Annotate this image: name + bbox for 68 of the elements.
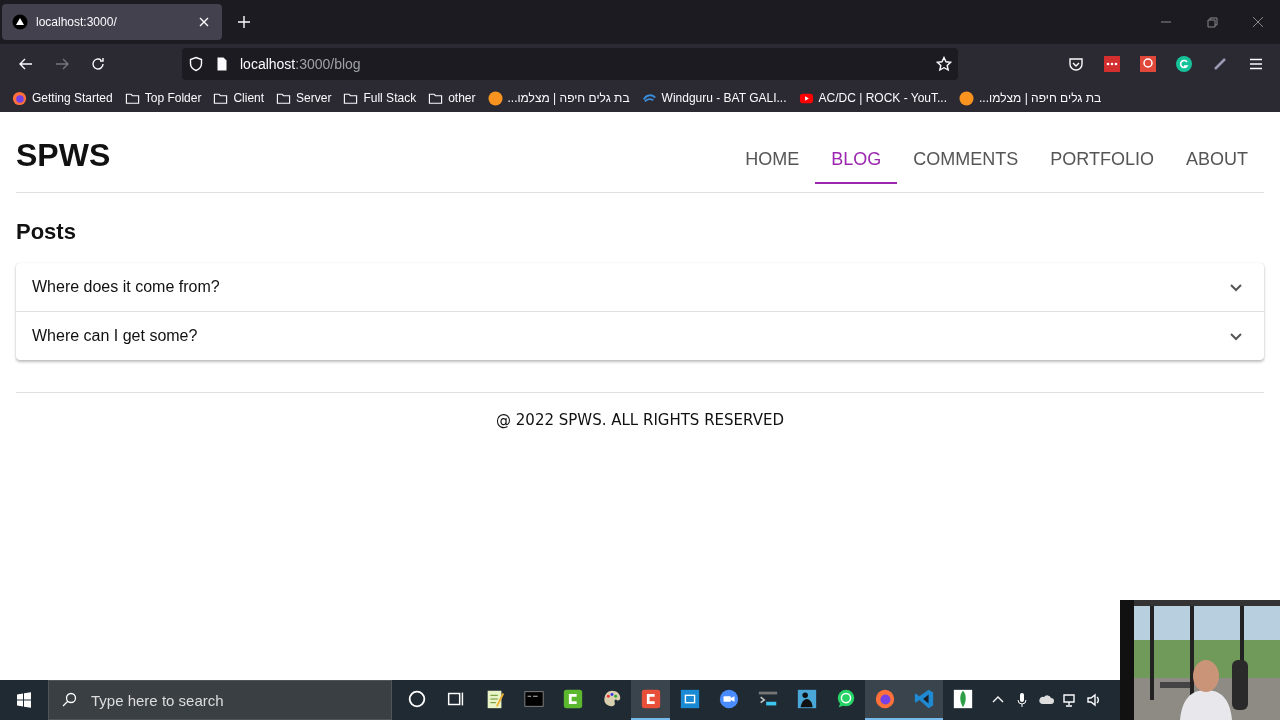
bookmark-label: בת גלים חיפה | מצלמו... (979, 91, 1102, 105)
url-path: :3000/blog (295, 56, 361, 72)
close-icon[interactable] (1250, 14, 1266, 30)
triangle-logo-icon (12, 14, 28, 30)
nav-link[interactable]: PORTFOLIO (1034, 134, 1170, 184)
bookmark[interactable]: Server (276, 90, 332, 106)
bookmark-label: other (448, 91, 476, 105)
menu-icon[interactable] (1248, 56, 1264, 72)
copyright-text: @ 2022 SPWS. ALL RIGHTS RESERVED (496, 411, 784, 429)
post-title: Where can I get some? (32, 327, 199, 345)
bookmark-label: Client (233, 91, 265, 105)
bookmark[interactable]: בת גלים חיפה | מצלמו... (487, 90, 630, 106)
browser-tab[interactable]: localhost:3000/ (2, 4, 222, 40)
video-camera-icon (717, 688, 740, 710)
bookmark[interactable]: AC/DC | ROCK - YouT... (798, 90, 948, 106)
tab-title: localhost:3000/ (36, 15, 118, 29)
bookmark-label: Full Stack (363, 91, 417, 105)
forward-arrow-icon[interactable] (54, 56, 70, 72)
url-host: localhost (240, 56, 296, 72)
c-logo-icon (639, 688, 662, 710)
pen-icon[interactable] (1212, 56, 1228, 72)
bookmark[interactable]: Top Folder (124, 90, 202, 106)
firefox-icon (12, 90, 27, 106)
bookmark[interactable]: other (428, 90, 476, 106)
bookmark[interactable]: Full Stack (343, 90, 417, 106)
bookmark-label: Getting Started (32, 91, 113, 105)
pocket-icon[interactable] (1068, 56, 1084, 72)
search-input[interactable]: Type here to search (89, 690, 391, 710)
firefox-icon (873, 688, 896, 710)
speaker-icon[interactable] (1086, 692, 1102, 708)
microphone-icon[interactable] (1014, 692, 1030, 708)
remote-desktop-icon (678, 688, 701, 710)
search-bar[interactable]: Type here to search (48, 680, 392, 720)
grammar-icon[interactable] (1176, 56, 1192, 72)
back-arrow-icon[interactable] (18, 56, 34, 72)
bookmark[interactable]: Getting Started (12, 90, 113, 106)
nav-link[interactable]: ABOUT (1170, 134, 1264, 184)
code-editor-icon (912, 688, 935, 710)
c-logo-icon (561, 688, 584, 710)
bookmark-label: Windguru - BAT GALI... (661, 91, 787, 105)
accordion-row[interactable]: Where can I get some? (16, 311, 1264, 360)
dots-extension-icon[interactable] (1104, 56, 1120, 72)
leaf-icon (951, 688, 974, 710)
restore-icon[interactable] (1204, 14, 1220, 30)
reload-icon[interactable] (90, 56, 106, 72)
star-icon[interactable] (936, 56, 952, 72)
address-bar[interactable]: localhost:3000/blog (182, 48, 958, 80)
bookmark-label: בת גלים חיפה | מצלמו... (507, 91, 630, 105)
network-icon[interactable] (1062, 692, 1078, 708)
bookmark-label: Top Folder (144, 91, 202, 105)
accordion-row[interactable]: Where does it come from? (16, 263, 1264, 311)
windows-logo-icon[interactable] (16, 692, 32, 708)
nav-link[interactable]: HOME (729, 134, 816, 184)
terminal-icon (522, 688, 545, 710)
nav-link[interactable]: COMMENTS (897, 134, 1035, 184)
shield-icon (188, 56, 204, 72)
search-icon (61, 692, 77, 708)
bookmark[interactable]: Client (213, 90, 265, 106)
bookmark[interactable]: Windguru - BAT GALI... (641, 90, 787, 106)
site-logo[interactable]: SPWS (16, 136, 111, 174)
extension-icon[interactable] (1140, 56, 1156, 72)
section-heading: Posts (16, 219, 77, 245)
nav-link[interactable]: BLOG (815, 134, 898, 184)
post-title: Where does it come from? (32, 278, 221, 296)
bookmark-label: AC/DC | ROCK - YouT... (818, 91, 948, 105)
new-tab-icon[interactable] (236, 14, 252, 30)
bookmark-label: Server (296, 91, 332, 105)
bookmark[interactable]: בת גלים חיפה | מצלמו... (959, 90, 1102, 106)
